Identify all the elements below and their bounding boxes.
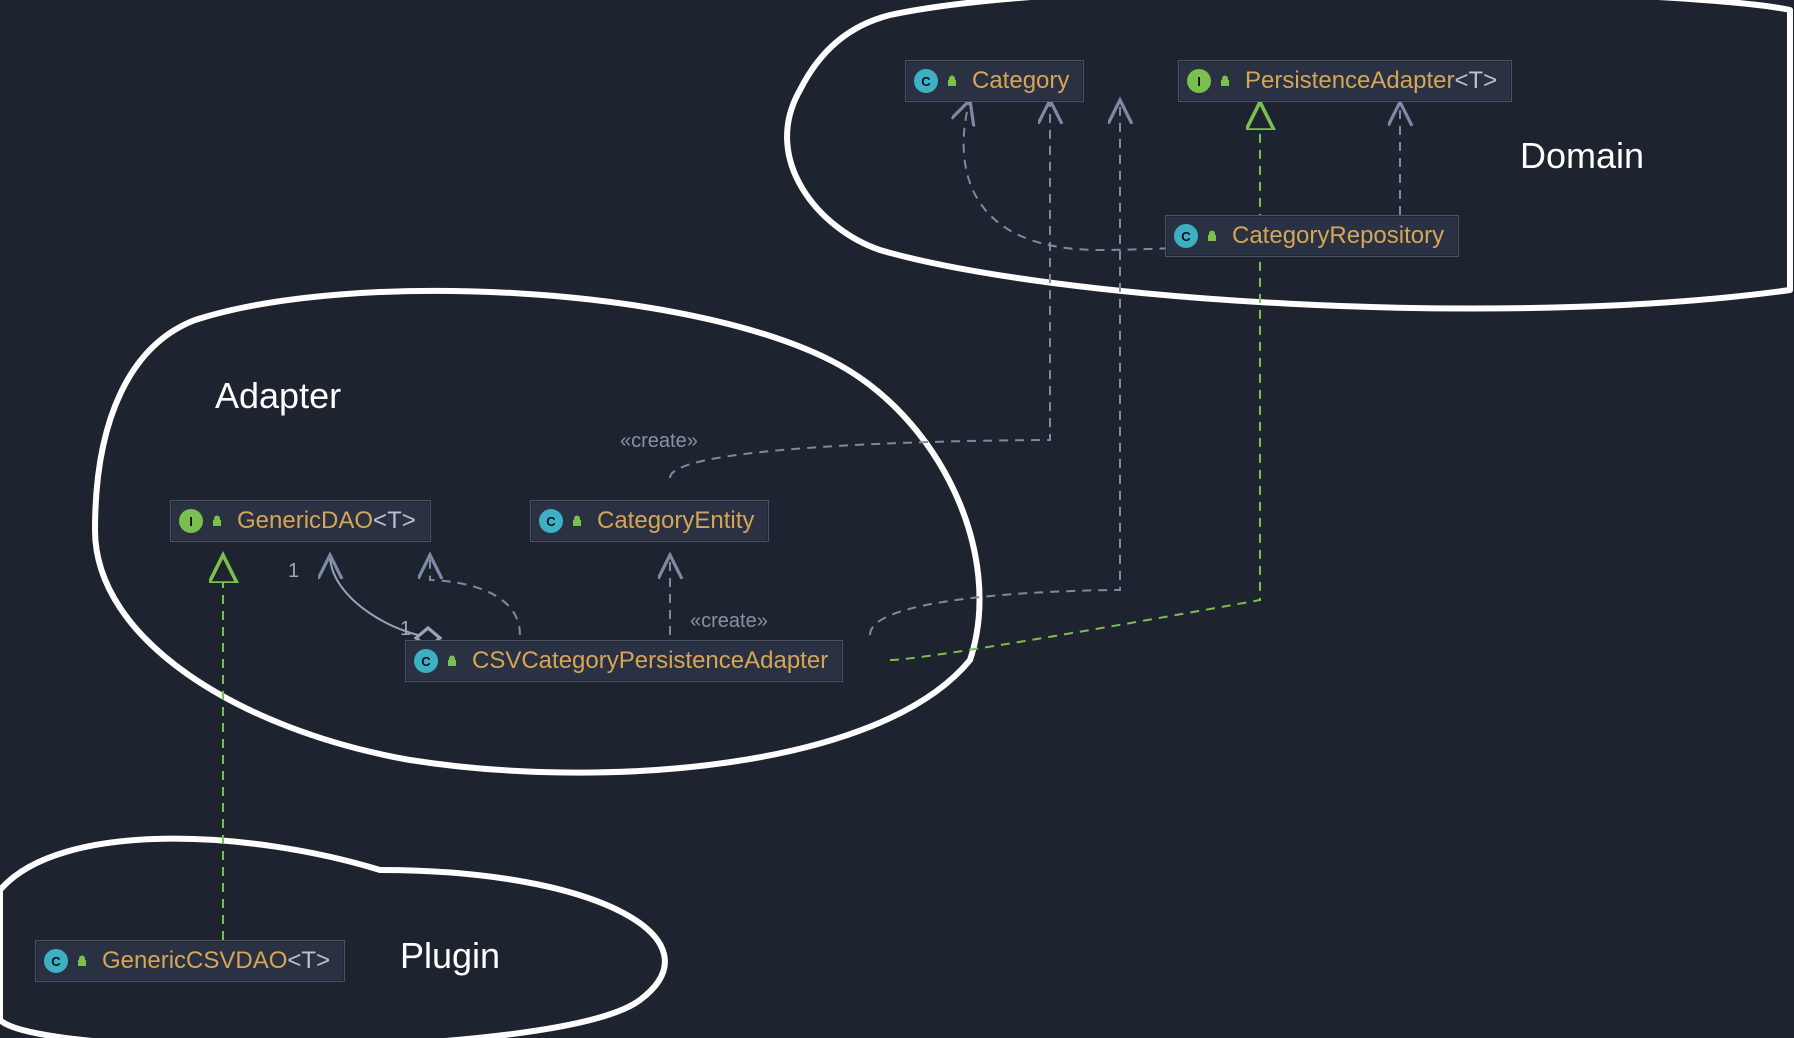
lock-icon (944, 73, 960, 89)
region-label-adapter: Adapter (215, 375, 341, 417)
lock-icon (569, 513, 585, 529)
lock-icon (209, 513, 225, 529)
lock-icon (1204, 228, 1220, 244)
lock-icon (74, 953, 90, 969)
class-label: GenericDAO<T> (233, 501, 430, 541)
stereotype-create-2: «create» (690, 610, 768, 633)
diagram-canvas[interactable]: { "regions": { "domain": "Domain", "adap… (0, 0, 1794, 1038)
region-plugin (0, 839, 665, 1038)
class-category[interactable]: C Category (905, 60, 1084, 102)
lock-icon (444, 653, 460, 669)
class-label: CSVCategoryPersistenceAdapter (468, 641, 842, 681)
class-icon: C (539, 509, 563, 533)
lock-icon (1217, 73, 1233, 89)
interface-persistence-adapter[interactable]: I PersistenceAdapter<T> (1178, 60, 1512, 102)
multiplicity-1b: 1 (400, 618, 411, 641)
class-icon: C (414, 649, 438, 673)
class-category-repository[interactable]: C CategoryRepository (1165, 215, 1459, 257)
class-csv-category-persistence-adapter[interactable]: C CSVCategoryPersistenceAdapter (405, 640, 843, 682)
class-icon: C (914, 69, 938, 93)
class-label: CategoryEntity (593, 501, 768, 541)
stereotype-create-1: «create» (620, 430, 698, 453)
class-label: GenericCSVDAO<T> (98, 941, 344, 981)
region-label-plugin: Plugin (400, 935, 500, 977)
class-label: PersistenceAdapter<T> (1241, 61, 1511, 101)
interface-icon: I (179, 509, 203, 533)
class-generic-csv-dao[interactable]: C GenericCSVDAO<T> (35, 940, 345, 982)
class-icon: C (1174, 224, 1198, 248)
class-label: CategoryRepository (1228, 216, 1458, 256)
class-label: Category (968, 61, 1083, 101)
interface-icon: I (1187, 69, 1211, 93)
class-category-entity[interactable]: C CategoryEntity (530, 500, 769, 542)
class-icon: C (44, 949, 68, 973)
multiplicity-1a: 1 (288, 560, 299, 583)
interface-generic-dao[interactable]: I GenericDAO<T> (170, 500, 431, 542)
region-label-domain: Domain (1520, 135, 1644, 177)
